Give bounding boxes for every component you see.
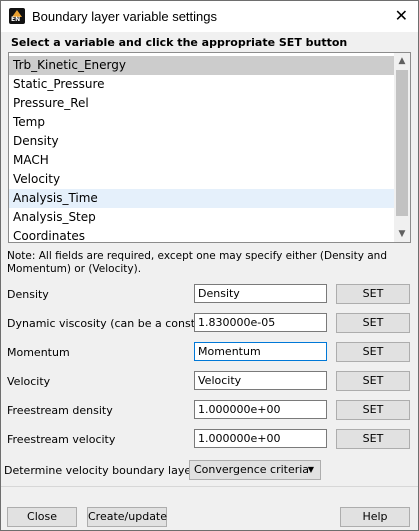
scroll-thumb[interactable] — [396, 70, 408, 216]
list-item[interactable]: Temp — [9, 113, 394, 132]
scroll-down-icon[interactable]: ▼ — [394, 226, 410, 242]
divider — [1, 486, 418, 487]
list-item[interactable]: Density — [9, 132, 394, 151]
viscosity-label: Dynamic viscosity (can be a constant) — [7, 317, 218, 330]
list-item[interactable]: MACH — [9, 151, 394, 170]
dialog-window: Boundary layer variable settings ✕ Selec… — [0, 0, 419, 531]
velocity-set-button[interactable]: SET — [336, 371, 410, 391]
freestream-density-set-button[interactable]: SET — [336, 400, 410, 420]
create-update-button[interactable]: Create/update — [87, 507, 167, 527]
list-item[interactable]: Static_Pressure — [9, 75, 394, 94]
density-label: Density — [7, 288, 49, 301]
list-item[interactable]: Analysis_Step — [9, 208, 394, 227]
close-button[interactable]: Close — [7, 507, 77, 527]
list-heading: Select a variable and click the appropri… — [11, 36, 348, 49]
requirements-note: Note: All fields are required, except on… — [7, 250, 388, 275]
freestream-density-label: Freestream density — [7, 404, 113, 417]
determine-selected: Convergence criteria — [194, 463, 310, 476]
list-item[interactable]: Coordinates — [9, 227, 394, 242]
density-field[interactable]: Density — [194, 284, 327, 303]
momentum-field[interactable]: Momentum — [194, 342, 327, 361]
chevron-down-icon: ▼ — [307, 465, 314, 474]
viscosity-set-button[interactable]: SET — [336, 313, 410, 333]
title-bar[interactable]: Boundary layer variable settings ✕ — [1, 1, 418, 32]
freestream-velocity-label: Freestream velocity — [7, 433, 116, 446]
list-item[interactable]: Trb_Kinetic_Energy — [9, 56, 394, 75]
scroll-up-icon[interactable]: ▲ — [394, 53, 410, 69]
list-scrollbar[interactable]: ▲ ▼ — [394, 53, 410, 242]
viscosity-field[interactable]: 1.830000e-05 — [194, 313, 327, 332]
app-icon — [9, 8, 25, 24]
determine-dropdown[interactable]: Convergence criteria ▼ — [189, 460, 321, 480]
variable-list[interactable]: Trb_Kinetic_Energy Static_Pressure Press… — [8, 52, 411, 243]
list-item[interactable]: Analysis_Time — [9, 189, 394, 208]
density-set-button[interactable]: SET — [336, 284, 410, 304]
momentum-set-button[interactable]: SET — [336, 342, 410, 362]
close-icon[interactable]: ✕ — [395, 6, 408, 25]
list-item[interactable]: Velocity — [9, 170, 394, 189]
list-item[interactable]: Pressure_Rel — [9, 94, 394, 113]
velocity-label: Velocity — [7, 375, 51, 388]
freestream-velocity-field[interactable]: 1.000000e+00 — [194, 429, 327, 448]
freestream-velocity-set-button[interactable]: SET — [336, 429, 410, 449]
determine-label: Determine velocity boundary layer by — [4, 464, 213, 477]
freestream-density-field[interactable]: 1.000000e+00 — [194, 400, 327, 419]
velocity-field[interactable]: Velocity — [194, 371, 327, 390]
momentum-label: Momentum — [7, 346, 70, 359]
window-title: Boundary layer variable settings — [32, 9, 217, 24]
help-button[interactable]: Help — [340, 507, 410, 527]
